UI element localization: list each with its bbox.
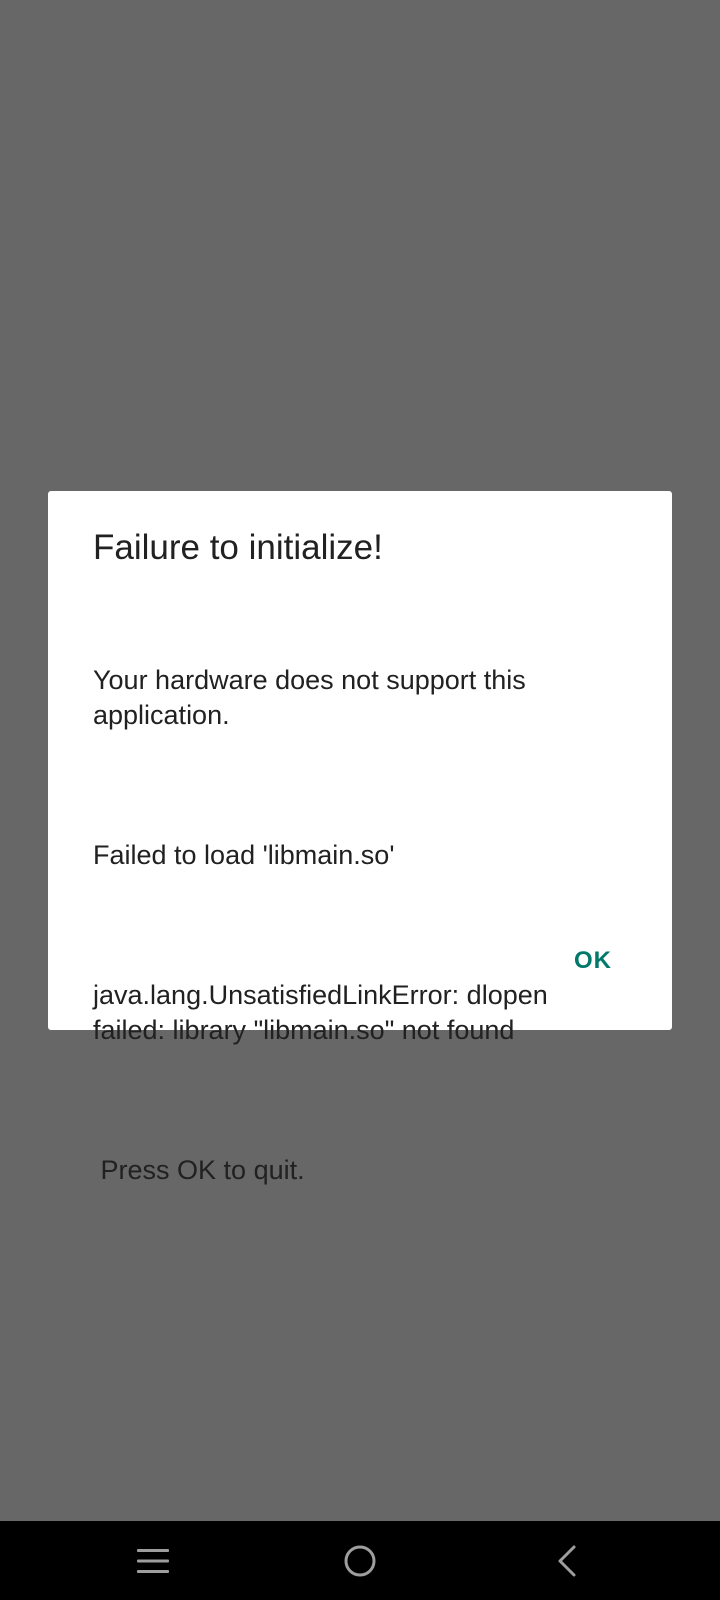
dialog-title: Failure to initialize!: [93, 528, 383, 567]
menu-icon: [136, 1547, 170, 1575]
back-icon: [555, 1544, 579, 1578]
ok-button[interactable]: OK: [562, 939, 624, 983]
home-icon: [342, 1543, 378, 1579]
dialog-message: Your hardware does not support this appl…: [93, 593, 613, 1258]
message-line-hardware: Your hardware does not support this appl…: [93, 665, 534, 730]
nav-home-button[interactable]: [330, 1531, 390, 1591]
error-dialog: Failure to initialize! Your hardware doe…: [48, 491, 672, 1185]
message-line-exception: java.lang.UnsatisfiedLinkError: dlopen f…: [93, 980, 556, 1045]
message-line-quit-instruction: Press OK to quit.: [93, 1155, 305, 1185]
nav-recents-button[interactable]: [123, 1531, 183, 1591]
message-line-load-failure: Failed to load 'libmain.so': [93, 840, 395, 870]
navigation-bar: [0, 1521, 720, 1600]
nav-back-button[interactable]: [537, 1531, 597, 1591]
